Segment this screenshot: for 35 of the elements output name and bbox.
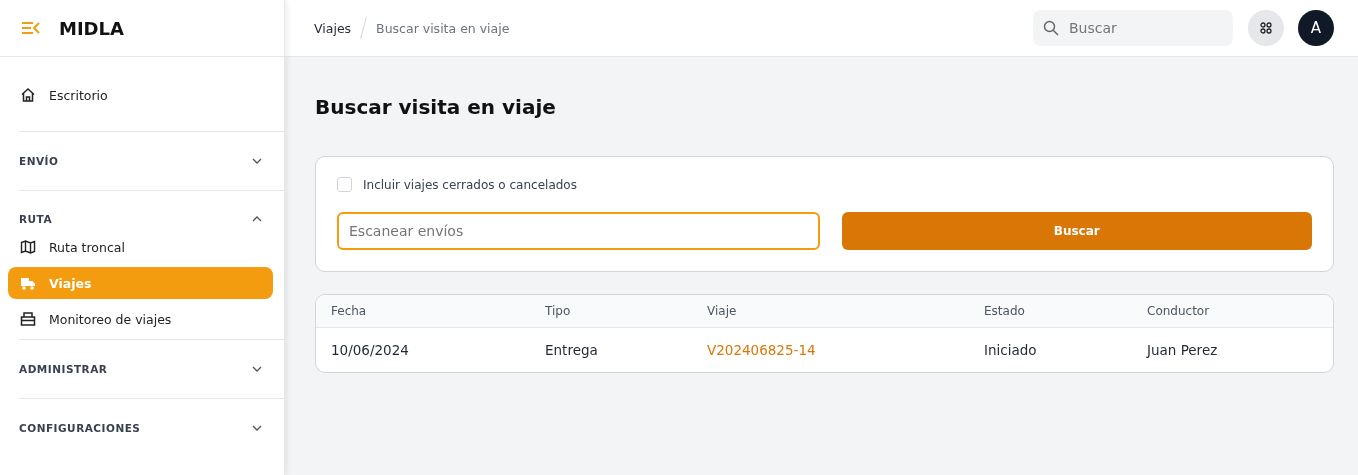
nav-item[interactable]: Monitoreo de viajes	[8, 303, 273, 335]
column-header: Conductor	[1147, 304, 1211, 318]
chevron-icon	[252, 158, 262, 164]
nav-item[interactable]: Ruta troncal	[8, 231, 273, 263]
table-cell-text: Entrega	[545, 342, 599, 358]
nav-item[interactable]: Escritorio	[8, 77, 273, 113]
chevron-icon	[252, 425, 262, 431]
breadcrumb-current: Buscar visita en viaje	[376, 20, 510, 36]
column-header: Fecha	[331, 304, 368, 318]
scan-field[interactable]: Escanear envíos	[337, 212, 820, 250]
nav-group-header[interactable]: ADMINISTRAR	[19, 340, 284, 398]
checkbox[interactable]	[337, 177, 352, 192]
menu-icon[interactable]	[21, 21, 41, 35]
search-field[interactable]: Buscar	[1033, 10, 1233, 46]
table-cell-text: Juan Perez	[1147, 342, 1219, 358]
column-header: Estado	[984, 304, 1026, 318]
chevron-icon	[252, 366, 262, 372]
avatar-button[interactable]: A	[1298, 10, 1334, 46]
table-cell-text: Iniciado	[984, 342, 1038, 358]
chevron-icon	[252, 216, 262, 222]
app-name: MIDLA	[59, 17, 124, 39]
column-header: Viaje	[707, 304, 738, 318]
checkbox-label: Incluir viajes cerrados o cancelados	[363, 177, 577, 192]
truck-icon	[20, 275, 36, 291]
column-header: Tipo	[545, 304, 572, 318]
map-icon	[20, 239, 36, 255]
box-icon	[20, 311, 36, 327]
apps-button[interactable]	[1248, 10, 1284, 46]
table-cell-text: 10/06/2024	[331, 342, 410, 358]
apps-icon	[1260, 22, 1272, 34]
nav-group-header[interactable]: CONFIGURACIONES	[19, 399, 284, 457]
breadcrumb-link[interactable]: Viajes	[314, 20, 352, 36]
home-icon	[20, 87, 36, 103]
page-title: Buscar visita en viaje	[315, 95, 557, 119]
nav-group-header[interactable]: ENVÍO	[19, 132, 284, 190]
